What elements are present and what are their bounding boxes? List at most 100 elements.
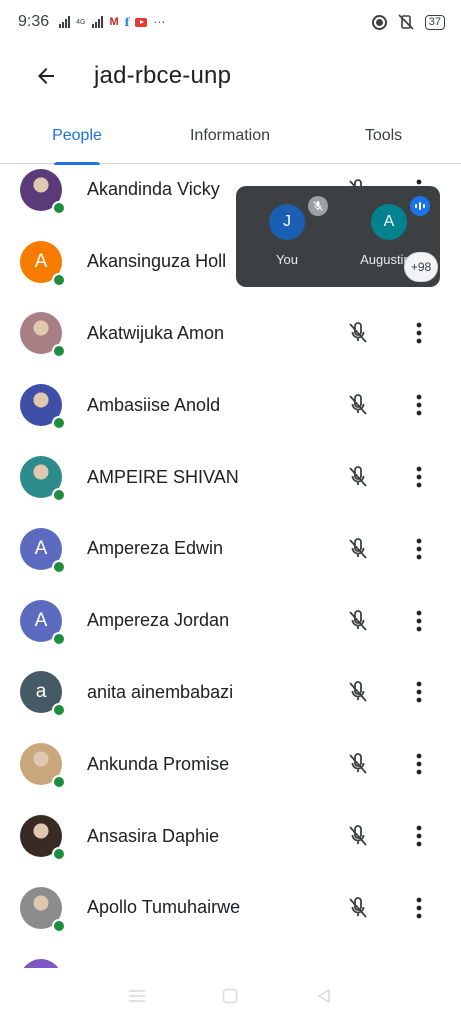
mic-off-icon[interactable] [344,678,372,706]
participant-name: Ansasira Daphie [87,825,220,846]
online-status-dot [52,559,66,574]
vibrate-off-icon [398,14,414,30]
participant-photo-avatar [20,384,66,431]
participant-photo-avatar [20,312,66,359]
tab-people[interactable]: People [0,108,154,165]
speaking-indicator-icon [410,196,430,216]
online-status-dot [52,416,66,431]
tab-bar: People Information Tools [0,108,461,165]
participant-row[interactable]: A Ampereza Edwin [0,513,461,585]
participant-name: Ampereza Jordan [87,610,230,631]
participant-row[interactable]: Apollo Tumuhairwe [0,872,461,944]
avatar-initial: a [35,681,47,703]
signal-icon [59,16,71,28]
participant-avatar [20,958,62,968]
avatar-initial: A [34,250,48,272]
participant-row[interactable]: a anita ainembabazi [0,657,461,729]
participant-name: Akandinda Vicky [87,179,220,200]
mic-off-icon[interactable] [344,822,372,850]
participant-avatar: a [20,671,66,718]
mic-off-icon[interactable] [344,894,372,922]
participant-row[interactable]: Ambasiise Anold [0,369,461,441]
participant-name: Ampereza Edwin [87,538,224,559]
participant-row[interactable]: A Ampereza Jordan [0,585,461,657]
system-nav-bar [0,968,461,1024]
online-status-dot [52,631,66,646]
more-participants-badge[interactable]: +98 [404,252,438,282]
online-status-dot [52,847,66,862]
more-options-button[interactable] [405,678,433,706]
speaker-avatar: A [371,204,407,240]
battery-indicator: 37 [424,14,445,30]
mic-off-icon[interactable] [344,750,372,778]
more-options-button[interactable] [405,391,433,419]
status-time: 9:36 [18,13,50,30]
app-bar: jad-rbce-unp [0,44,461,108]
participant-row[interactable]: AMPEIRE SHIVAN [0,441,461,513]
home-button[interactable] [215,981,245,1011]
more-options-button[interactable] [405,894,433,922]
participant-photo-avatar [20,168,66,215]
mic-off-icon[interactable] [344,391,372,419]
self-muted-icon [308,196,328,216]
signal-icon-2 [92,16,104,28]
participant-avatar: A [20,527,66,574]
online-status-dot [52,775,66,790]
participant-row[interactable]: Akatwijuka Amon [0,298,461,370]
participant-photo-avatar [20,886,66,933]
avatar-initial: A [34,537,48,559]
facebook-icon: f [124,15,130,29]
online-status-dot [52,488,66,503]
participant-photo-avatar [20,456,66,503]
participant-name: AMPEIRE SHIVAN [87,466,239,487]
gmail-icon: M [109,16,119,28]
participant-avatar: A [20,599,66,646]
more-options-button[interactable] [405,535,433,563]
more-options-button[interactable] [405,319,433,347]
participant-name: Ambasiise Anold [87,394,221,415]
online-status-dot [52,344,66,359]
mic-off-icon[interactable] [344,319,372,347]
self-label: You [276,252,298,267]
participant-photo-avatar [20,815,66,862]
status-bar: 9:36 4G M f ⋯ 37 [0,0,461,44]
avatar-initial: A [34,609,48,631]
participant-name: Akatwijuka Amon [87,322,225,343]
participant-row[interactable]: Ansasira Daphie [0,800,461,872]
more-options-button[interactable] [405,750,433,778]
participant-avatar: A [20,240,66,287]
online-status-dot [52,200,66,215]
more-options-button[interactable] [405,607,433,635]
tab-tools[interactable]: Tools [306,108,461,164]
menu-icon [128,990,145,1002]
participant-row[interactable]: Ankunda Promise [0,728,461,800]
participant-row[interactable] [0,944,461,968]
online-status-dot [52,272,66,287]
more-options-button[interactable] [405,463,433,491]
mic-off-icon[interactable] [344,607,372,635]
meeting-code-title: jad-rbce-unp [94,62,232,89]
participant-name: anita ainembabazi [87,681,234,702]
back-nav-button[interactable] [309,981,339,1011]
screen-record-icon [371,14,387,30]
recents-button[interactable] [122,981,152,1011]
arrow-back-icon [38,68,54,84]
participant-name: Ankunda Promise [87,753,230,774]
back-triangle-icon [318,989,330,1003]
participant-name: Apollo Tumuhairwe [87,897,241,918]
back-button[interactable] [16,48,76,104]
network-type-label: 4G [76,18,86,26]
more-options-button[interactable] [405,822,433,850]
tab-information[interactable]: Information [154,108,306,164]
mic-off-icon[interactable] [344,463,372,491]
self-avatar: J [269,204,305,240]
mic-off-icon [313,201,323,211]
youtube-icon [135,17,148,27]
mic-off-icon[interactable] [344,535,372,563]
participant-photo-avatar [20,743,66,790]
participant-name: Akansinguza Holl [87,251,227,272]
online-status-dot [52,918,66,933]
home-square-icon [223,988,238,1004]
more-notifications-icon: ⋯ [153,15,167,29]
online-status-dot [52,703,66,718]
